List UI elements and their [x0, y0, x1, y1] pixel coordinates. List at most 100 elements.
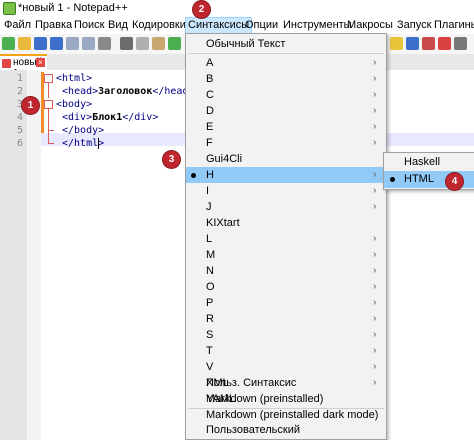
open-file-icon[interactable]: [18, 37, 31, 50]
line-number: 5: [16, 125, 23, 136]
chevron-right-icon: ›: [373, 121, 377, 132]
chevron-right-icon: ›: [373, 377, 377, 388]
checked-bullet-icon: [191, 173, 196, 178]
chevron-right-icon: ›: [373, 265, 377, 276]
chevron-right-icon: ›: [373, 281, 377, 292]
menu-search[interactable]: Поиск: [72, 18, 106, 33]
line-number: 1: [16, 73, 23, 84]
menu-macros[interactable]: Макросы: [345, 18, 395, 33]
menu-item-p[interactable]: P ›: [186, 295, 386, 311]
submenu-item-haskell[interactable]: Haskell: [384, 154, 474, 171]
copy-icon[interactable]: [136, 37, 149, 50]
cut-icon[interactable]: [120, 37, 133, 50]
line-number: 3: [16, 99, 23, 110]
menu-item-a[interactable]: A ›: [186, 55, 386, 71]
menu-item-normal-text[interactable]: Обычный Текст: [186, 36, 386, 52]
menu-tools[interactable]: Инструменты: [281, 18, 354, 33]
chevron-right-icon: ›: [373, 297, 377, 308]
menu-item-m[interactable]: M ›: [186, 247, 386, 263]
document-tab[interactable]: новый 1 ×: [0, 54, 47, 79]
menu-item-e[interactable]: E ›: [186, 119, 386, 135]
html-tag: <html>: [56, 73, 93, 84]
menu-options[interactable]: Опции: [243, 18, 280, 33]
line-number: 2: [16, 86, 23, 97]
fold-line: [48, 109, 49, 143]
code-line: <html>: [56, 72, 92, 85]
html-tag: <body>: [56, 99, 93, 110]
fold-line: [48, 83, 49, 98]
menu-bar: Файл Правка Поиск Вид Кодировки Синтакси…: [0, 17, 474, 34]
chevron-right-icon: ›: [373, 361, 377, 372]
document-map-icon[interactable]: [390, 37, 403, 50]
chevron-right-icon: ›: [373, 313, 377, 324]
menu-item-custom[interactable]: Пользовательский: [186, 423, 386, 437]
fold-margin: [27, 70, 41, 440]
text-caret: [98, 138, 99, 149]
menu-item-j[interactable]: J ›: [186, 199, 386, 215]
menu-item-markdown-preinstalled[interactable]: Markdown (preinstalled): [186, 391, 386, 407]
fold-end: [48, 130, 54, 131]
html-tag: </body>: [62, 125, 105, 136]
menu-item-f[interactable]: F ›: [186, 135, 386, 151]
menu-item-n[interactable]: N ›: [186, 263, 386, 279]
code-line: </body>: [62, 124, 104, 137]
menu-item-d[interactable]: D ›: [186, 103, 386, 119]
step-badge-4: 4: [446, 173, 463, 190]
tag-text: Заголовок: [98, 86, 153, 97]
fold-end: [48, 143, 54, 144]
menu-item-kixtart[interactable]: KIXtart: [186, 215, 386, 231]
menu-encoding[interactable]: Кодировки: [130, 18, 188, 33]
line-number-gutter: 1 2 3 4 5 6: [0, 70, 27, 440]
paste-icon[interactable]: [152, 37, 165, 50]
menu-item-v[interactable]: V ›: [186, 359, 386, 375]
function-list-icon[interactable]: [406, 37, 419, 50]
notepadpp-icon: [3, 2, 16, 15]
menu-item-gui4cli[interactable]: Gui4Cli: [186, 151, 386, 167]
chevron-right-icon: ›: [373, 329, 377, 340]
menu-item-t[interactable]: T ›: [186, 343, 386, 359]
close-all-icon[interactable]: [82, 37, 95, 50]
tab-close-icon[interactable]: ×: [36, 58, 45, 67]
chevron-right-icon: ›: [373, 137, 377, 148]
chevron-right-icon: ›: [373, 233, 377, 244]
step-badge-2: 2: [193, 1, 210, 18]
menu-item-h[interactable]: H ›: [186, 167, 386, 183]
chevron-right-icon: ›: [373, 89, 377, 100]
fold-toggle-icon[interactable]: [44, 74, 53, 83]
step-badge-3: 3: [163, 151, 180, 168]
menu-item-c[interactable]: C ›: [186, 87, 386, 103]
menu-edit[interactable]: Правка: [33, 18, 74, 33]
record-macro-icon[interactable]: [438, 37, 451, 50]
play-macro-icon[interactable]: [454, 37, 467, 50]
chevron-right-icon: ›: [373, 57, 377, 68]
save-icon[interactable]: [34, 37, 47, 50]
print-icon[interactable]: [98, 37, 111, 50]
menu-plugins[interactable]: Плагины: [432, 18, 474, 33]
save-all-icon[interactable]: [50, 37, 63, 50]
menu-item-user-syntax[interactable]: Польз. Синтаксис ›: [186, 375, 386, 391]
code-line: <body>: [56, 98, 92, 111]
menu-item-markdown-dark[interactable]: Markdown (preinstalled dark mode): [186, 407, 386, 423]
menu-item-l[interactable]: L ›: [186, 231, 386, 247]
line-number: 4: [16, 112, 23, 123]
menu-item-s[interactable]: S ›: [186, 327, 386, 343]
menu-separator: [188, 53, 384, 54]
code-line: <div>Блок1</div>: [62, 111, 158, 124]
menu-run[interactable]: Запуск: [395, 18, 433, 33]
window-title: *новый 1 - Notepad++: [18, 2, 128, 14]
menu-item-i[interactable]: I ›: [186, 183, 386, 199]
fold-toggle-icon[interactable]: [44, 100, 53, 109]
new-file-icon[interactable]: [2, 37, 15, 50]
close-icon[interactable]: [66, 37, 79, 50]
checked-bullet-icon: [390, 177, 395, 182]
menu-file[interactable]: Файл: [2, 18, 33, 33]
menu-item-b[interactable]: B ›: [186, 71, 386, 87]
code-line: <head>Заголовок</head>: [56, 85, 194, 98]
menu-view[interactable]: Вид: [106, 18, 130, 33]
chevron-right-icon: ›: [373, 169, 377, 180]
menu-item-o[interactable]: O ›: [186, 279, 386, 295]
chevron-right-icon: ›: [373, 105, 377, 116]
undo-icon[interactable]: [168, 37, 181, 50]
menu-item-r[interactable]: R ›: [186, 311, 386, 327]
folder-workspace-icon[interactable]: [422, 37, 435, 50]
